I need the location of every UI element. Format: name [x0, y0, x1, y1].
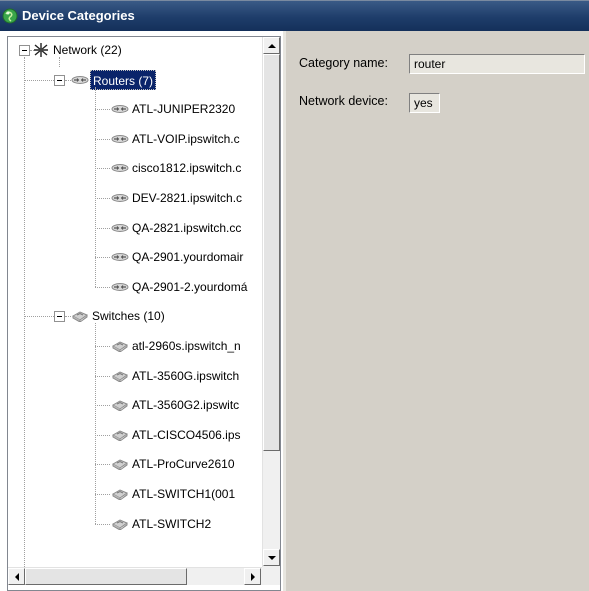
tree-connector	[95, 198, 110, 199]
window-title: Device Categories	[22, 8, 135, 23]
tree-connector	[95, 523, 110, 525]
tree-connector	[95, 109, 110, 111]
tree-node-device[interactable]: atl-2960s.ipswitch_n	[130, 336, 243, 356]
tree-node-device[interactable]: cisco1812.ipswitch.c	[130, 158, 243, 178]
tree-node-routers[interactable]: Routers (7)	[90, 69, 157, 90]
tree-node-device[interactable]: QA-2821.ipswitch.cc	[130, 218, 243, 238]
tree-node-device[interactable]: QA-2901.yourdomair	[130, 247, 245, 267]
router-icon	[111, 282, 129, 291]
tree-connector	[95, 138, 110, 140]
arrow-up-icon	[267, 43, 276, 48]
tree-connector	[95, 494, 110, 495]
tree-node-device[interactable]: ATL-ProCurve2610	[130, 454, 237, 474]
scroll-left-button[interactable]	[8, 568, 25, 585]
arrow-left-icon	[14, 572, 19, 581]
scroll-down-button[interactable]	[263, 549, 280, 566]
switch-icon	[111, 430, 129, 441]
tree-connector	[95, 464, 110, 466]
tree-connector	[95, 434, 110, 436]
category-name-field[interactable]: router	[409, 54, 585, 74]
scroll-up-button[interactable]	[263, 37, 280, 54]
router-icon	[111, 194, 129, 202]
switch-icon	[71, 311, 89, 323]
router-icon	[71, 75, 89, 84]
tree-node-device[interactable]: ATL-CISCO4506.ips	[130, 425, 243, 445]
tree-connector	[95, 86, 96, 287]
arrow-down-icon	[267, 555, 276, 560]
switch-icon	[111, 489, 129, 500]
tree-connector	[95, 227, 110, 229]
collapse-toggle[interactable]	[19, 45, 30, 56]
horizontal-scroll-thumb[interactable]	[25, 568, 187, 585]
vertical-scrollbar[interactable]	[262, 37, 280, 567]
tree-connector	[95, 257, 110, 259]
tree-node-device[interactable]: ATL-3560G.ipswitch	[130, 366, 241, 386]
scroll-right-button[interactable]	[244, 568, 261, 585]
tree-node-device[interactable]: DEV-2821.ipswitch.c	[130, 188, 244, 208]
vertical-scroll-thumb[interactable]	[263, 54, 280, 451]
tree-node-device[interactable]: ATL-SWITCH2	[130, 514, 213, 534]
router-icon	[111, 164, 129, 173]
tree-node-network[interactable]: Network (22)	[51, 40, 124, 60]
collapse-toggle[interactable]	[54, 311, 65, 323]
category-name-label: Category name:	[299, 56, 388, 70]
network-device-field[interactable]: yes	[409, 93, 440, 113]
tree-node-device[interactable]: ATL-VOIP.ipswitch.c	[130, 129, 242, 149]
collapse-toggle[interactable]	[54, 74, 65, 86]
router-icon	[111, 134, 129, 143]
tree-connector	[25, 316, 54, 318]
horizontal-scrollbar[interactable]	[8, 567, 262, 585]
tree-connector	[25, 79, 54, 81]
tree-node-device[interactable]: ATL-3560G2.ipswitc	[130, 395, 241, 415]
network-device-label: Network device:	[299, 94, 388, 108]
globe-icon	[2, 8, 18, 24]
tree-connector	[24, 57, 25, 567]
tree-node-device[interactable]: ATL-SWITCH1(001	[130, 484, 237, 504]
switch-icon	[111, 400, 129, 412]
title-bar: Device Categories	[0, 0, 589, 31]
tree-connector	[95, 375, 110, 377]
switch-icon	[111, 459, 129, 471]
scrollbar-corner	[262, 567, 280, 585]
tree-view[interactable]: Network (22) Routers (7) ATL-JUNIPER2320 AT…	[8, 37, 262, 567]
switch-icon	[111, 341, 129, 352]
category-tree[interactable]: Network (22) Routers (7) ATL-JUNIPER2320 AT…	[7, 36, 281, 591]
tree-connector	[95, 323, 96, 524]
network-icon	[34, 43, 48, 57]
router-icon	[111, 253, 129, 262]
router-icon	[111, 223, 129, 232]
tree-connector	[95, 405, 110, 407]
tree-node-device[interactable]: QA-2901-2.yourdomá	[130, 277, 249, 297]
arrow-right-icon	[250, 572, 255, 581]
router-icon	[111, 105, 129, 114]
tree-connector	[95, 346, 110, 347]
tree-node-device[interactable]: ATL-JUNIPER2320	[130, 99, 237, 119]
switch-icon	[111, 371, 129, 382]
tree-connector	[59, 57, 60, 67]
tree-connector	[95, 286, 110, 288]
properties-panel: Category name: router Network device: ye…	[286, 31, 589, 591]
switch-icon	[111, 519, 129, 530]
tree-connector	[95, 168, 110, 170]
tree-node-switches[interactable]: Switches (10)	[90, 306, 167, 326]
